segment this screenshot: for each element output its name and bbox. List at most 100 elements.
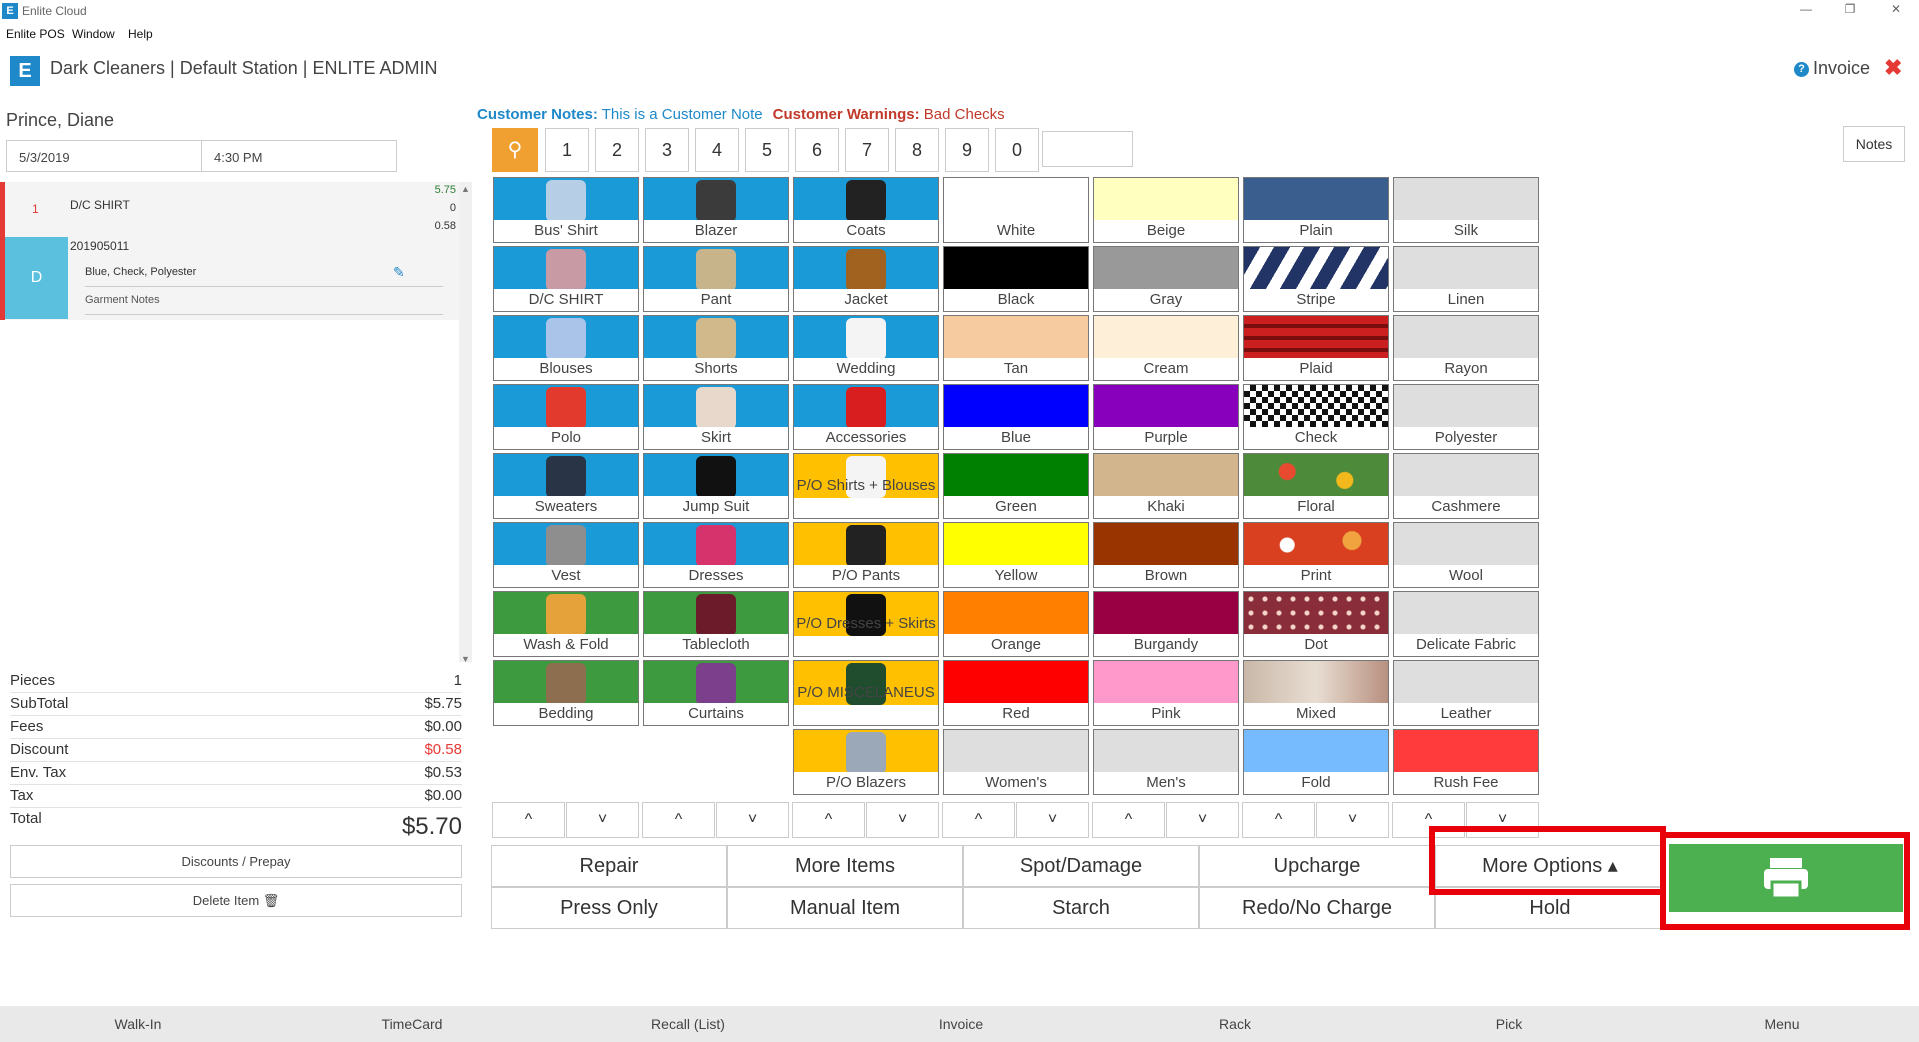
- tile-accessories[interactable]: Accessories: [793, 384, 939, 450]
- tile-tan[interactable]: Tan: [943, 315, 1089, 381]
- invoice-link[interactable]: ? Invoice: [1794, 58, 1870, 79]
- tile-p-o-blazers[interactable]: P/O Blazers: [793, 729, 939, 795]
- time-field[interactable]: 4:30 PM: [201, 140, 397, 172]
- notes-button[interactable]: Notes: [1843, 126, 1905, 162]
- tile-pink[interactable]: Pink: [1093, 660, 1239, 726]
- col4-scroll-up[interactable]: ^: [942, 802, 1015, 838]
- tile-yellow[interactable]: Yellow: [943, 522, 1089, 588]
- starch-button[interactable]: Starch: [963, 887, 1199, 929]
- discounts-prepay-button[interactable]: Discounts / Prepay: [10, 845, 462, 878]
- tile-pant[interactable]: Pant: [643, 246, 789, 312]
- tile-tablecloth[interactable]: Tablecloth: [643, 591, 789, 657]
- tile-leather[interactable]: Leather: [1393, 660, 1539, 726]
- press-only-button[interactable]: Press Only: [491, 887, 727, 929]
- col5-scroll-down[interactable]: ˅: [1166, 802, 1239, 838]
- tile-polo[interactable]: Polo: [493, 384, 639, 450]
- customer-name[interactable]: Prince, Diane: [6, 110, 114, 131]
- tile-red[interactable]: Red: [943, 660, 1089, 726]
- tile-p-o-shirts-blouses[interactable]: P/O Shirts + Blouses: [793, 453, 939, 519]
- numpad-3[interactable]: 3: [645, 128, 689, 172]
- tile-cashmere[interactable]: Cashmere: [1393, 453, 1539, 519]
- delete-item-button[interactable]: Delete Item 🗑: [10, 884, 462, 917]
- date-field[interactable]: 5/3/2019: [6, 140, 202, 172]
- tile-khaki[interactable]: Khaki: [1093, 453, 1239, 519]
- window-close-icon[interactable]: ✕: [1886, 2, 1906, 16]
- tile-blouses[interactable]: Blouses: [493, 315, 639, 381]
- tile-floral[interactable]: Floral: [1243, 453, 1389, 519]
- numpad-4[interactable]: 4: [695, 128, 739, 172]
- tile-shorts[interactable]: Shorts: [643, 315, 789, 381]
- tile-print[interactable]: Print: [1243, 522, 1389, 588]
- tile-purple[interactable]: Purple: [1093, 384, 1239, 450]
- nav-invoice[interactable]: Invoice: [881, 1016, 1041, 1032]
- tile-jacket[interactable]: Jacket: [793, 246, 939, 312]
- menu-help[interactable]: Help: [128, 27, 153, 41]
- tile-black[interactable]: Black: [943, 246, 1089, 312]
- tile-jump-suit[interactable]: Jump Suit: [643, 453, 789, 519]
- tile-p-o-dresses-skirts[interactable]: P/O Dresses + Skirts: [793, 591, 939, 657]
- tile-dresses[interactable]: Dresses: [643, 522, 789, 588]
- tile-wash-fold[interactable]: Wash & Fold: [493, 591, 639, 657]
- numpad-8[interactable]: 8: [895, 128, 939, 172]
- close-icon[interactable]: ✖: [1884, 55, 1902, 81]
- menu-enlite-pos[interactable]: Enlite POS: [6, 27, 65, 41]
- col3-scroll-down[interactable]: ˅: [866, 802, 939, 838]
- tile-green[interactable]: Green: [943, 453, 1089, 519]
- tile-bus-shirt[interactable]: Bus' Shirt: [493, 177, 639, 243]
- menu-window[interactable]: Window: [72, 27, 115, 41]
- spot-damage-button[interactable]: Spot/Damage: [963, 845, 1199, 887]
- nav-recall-list[interactable]: Recall (List): [608, 1016, 768, 1032]
- tile-silk[interactable]: Silk: [1393, 177, 1539, 243]
- nav-timecard[interactable]: TimeCard: [332, 1016, 492, 1032]
- nav-pick[interactable]: Pick: [1429, 1016, 1589, 1032]
- col2-scroll-down[interactable]: ˅: [716, 802, 789, 838]
- garment-notes[interactable]: Garment Notes: [85, 294, 443, 315]
- numpad-7[interactable]: 7: [845, 128, 889, 172]
- tile-check[interactable]: Check: [1243, 384, 1389, 450]
- tile-cream[interactable]: Cream: [1093, 315, 1239, 381]
- tile-plaid[interactable]: Plaid: [1243, 315, 1389, 381]
- nav-walk-in[interactable]: Walk-In: [58, 1016, 218, 1032]
- minimize-icon[interactable]: —: [1796, 2, 1816, 16]
- col4-scroll-down[interactable]: ˅: [1016, 802, 1089, 838]
- tile-fold[interactable]: Fold: [1243, 729, 1389, 795]
- numpad-1[interactable]: 1: [545, 128, 589, 172]
- tile-brown[interactable]: Brown: [1093, 522, 1239, 588]
- tile-bedding[interactable]: Bedding: [493, 660, 639, 726]
- tile-delicate-fabric[interactable]: Delicate Fabric: [1393, 591, 1539, 657]
- tile-white[interactable]: White: [943, 177, 1089, 243]
- more-items-button[interactable]: More Items: [727, 845, 963, 887]
- tile-vest[interactable]: Vest: [493, 522, 639, 588]
- numpad-5[interactable]: 5: [745, 128, 789, 172]
- tile-coats[interactable]: Coats: [793, 177, 939, 243]
- tile-women-s[interactable]: Women's: [943, 729, 1089, 795]
- numpad-0[interactable]: 0: [995, 128, 1039, 172]
- col6-scroll-down[interactable]: ˅: [1316, 802, 1389, 838]
- tile-men-s[interactable]: Men's: [1093, 729, 1239, 795]
- col1-scroll-up[interactable]: ^: [492, 802, 565, 838]
- scroll-down-icon[interactable]: ▼: [461, 654, 470, 664]
- ticket-scrollbar[interactable]: [459, 182, 472, 662]
- tile-plain[interactable]: Plain: [1243, 177, 1389, 243]
- tile-curtains[interactable]: Curtains: [643, 660, 789, 726]
- tile-d-c-shirt[interactable]: D/C SHIRT: [493, 246, 639, 312]
- upcharge-button[interactable]: Upcharge: [1199, 845, 1435, 887]
- tile-dot[interactable]: Dot: [1243, 591, 1389, 657]
- numpad-6[interactable]: 6: [795, 128, 839, 172]
- edit-icon[interactable]: ✎: [393, 264, 405, 281]
- tile-mixed[interactable]: Mixed: [1243, 660, 1389, 726]
- col1-scroll-down[interactable]: ˅: [566, 802, 639, 838]
- numpad-9[interactable]: 9: [945, 128, 989, 172]
- tile-p-o-miscelaneus[interactable]: P/O MISCELANEUS: [793, 660, 939, 726]
- tile-stripe[interactable]: Stripe: [1243, 246, 1389, 312]
- tile-rush-fee[interactable]: Rush Fee: [1393, 729, 1539, 795]
- tile-burgandy[interactable]: Burgandy: [1093, 591, 1239, 657]
- col5-scroll-up[interactable]: ^: [1092, 802, 1165, 838]
- tile-blue[interactable]: Blue: [943, 384, 1089, 450]
- tile-polyester[interactable]: Polyester: [1393, 384, 1539, 450]
- tile-skirt[interactable]: Skirt: [643, 384, 789, 450]
- col2-scroll-up[interactable]: ^: [642, 802, 715, 838]
- tile-p-o-pants[interactable]: P/O Pants: [793, 522, 939, 588]
- tile-beige[interactable]: Beige: [1093, 177, 1239, 243]
- repair-button[interactable]: Repair: [491, 845, 727, 887]
